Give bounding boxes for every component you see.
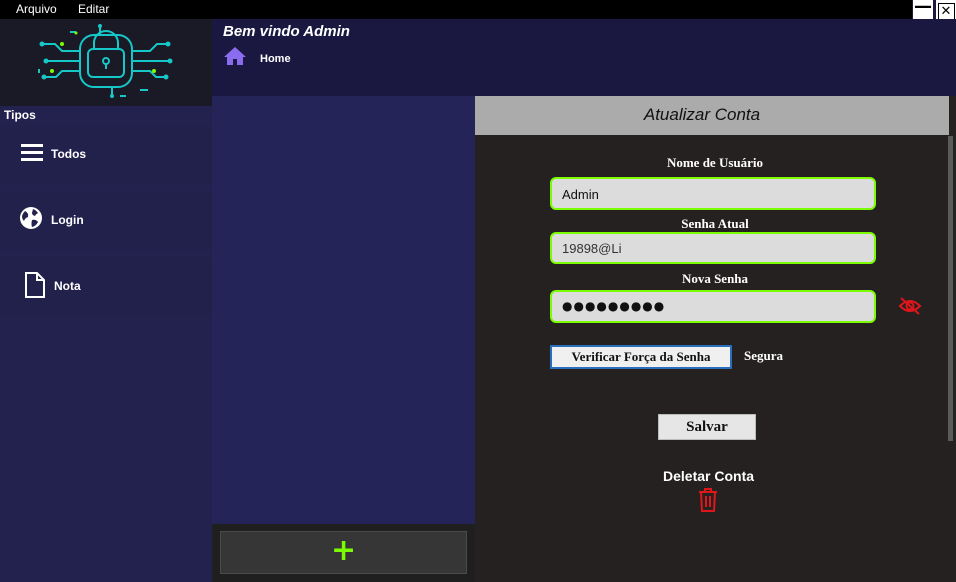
globe-icon [20, 207, 42, 229]
save-button[interactable]: Salvar [658, 414, 756, 440]
new-password-field[interactable]: ●●●●●●●●● [550, 290, 876, 323]
add-button[interactable]: + [220, 531, 467, 574]
home-icon[interactable] [223, 46, 247, 66]
scrollbar[interactable] [948, 136, 953, 441]
update-account-panel: Atualizar Conta Nome de Usuário Admin Se… [475, 96, 956, 582]
welcome-text: Bem vindo Admin [223, 23, 350, 40]
username-value: Admin [562, 187, 599, 202]
list-footer: + [212, 524, 475, 582]
close-icon: ✕ [937, 3, 955, 20]
form-title-bar: Atualizar Conta [475, 96, 949, 135]
sidebar-item-label: Nota [54, 279, 81, 293]
check-strength-button[interactable]: Verificar Força da Senha [550, 345, 732, 369]
lock-circuit-logo [38, 24, 173, 98]
list-icon [21, 144, 43, 161]
current-password-label: Senha Atual [681, 216, 749, 231]
sidebar: Tipos Todos Login Nota [0, 19, 212, 582]
sidebar-item-nota[interactable]: Nota [0, 257, 212, 317]
minimize-button[interactable]: — [913, 0, 933, 20]
header: Bem vindo Admin Home [212, 19, 956, 96]
sidebar-item-label: Todos [51, 147, 87, 161]
new-password-label: Nova Senha [681, 271, 749, 286]
eye-off-icon[interactable] [898, 296, 922, 316]
username-label: Nome de Usuário [666, 155, 764, 170]
item-list-panel [212, 96, 475, 524]
current-password-value: 19898@Li [562, 241, 622, 256]
plus-icon: + [331, 533, 357, 568]
delete-account-label: Deletar Conta [663, 468, 755, 484]
current-password-field[interactable]: 19898@Li [550, 232, 876, 264]
logo [0, 19, 212, 106]
sidebar-item-label: Login [51, 213, 84, 227]
new-password-value: ●●●●●●●●● [562, 299, 666, 313]
menu-bar: Arquivo Editar [0, 0, 912, 19]
sidebar-item-login[interactable]: Login [0, 191, 212, 251]
strength-status: Segura [744, 348, 783, 363]
menu-editar[interactable]: Editar [78, 2, 109, 16]
menu-arquivo[interactable]: Arquivo [16, 2, 57, 16]
breadcrumb[interactable]: Home [260, 53, 291, 65]
sidebar-title: Tipos [4, 108, 36, 122]
username-field[interactable]: Admin [550, 177, 876, 210]
trash-icon[interactable] [697, 487, 719, 513]
document-icon [25, 272, 45, 298]
form-title: Atualizar Conta [643, 105, 761, 124]
close-button[interactable]: ✕ [936, 0, 956, 20]
sidebar-item-todos[interactable]: Todos [0, 125, 212, 185]
